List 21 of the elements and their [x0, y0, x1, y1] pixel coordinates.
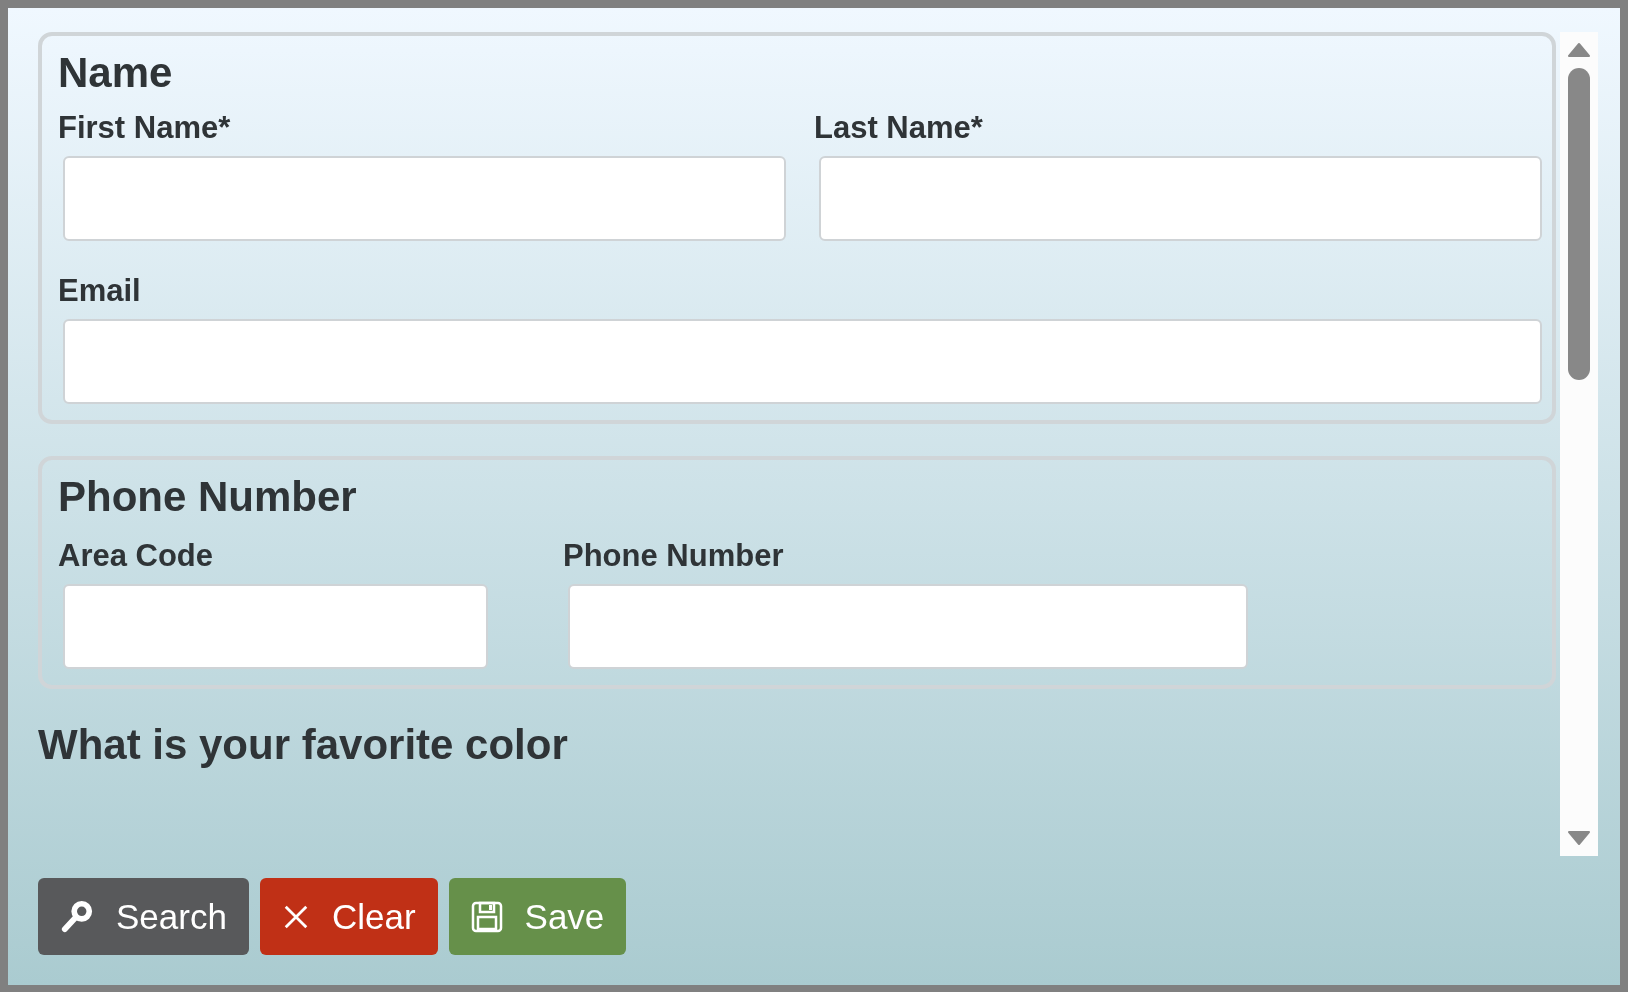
save-button[interactable]: Save — [448, 878, 627, 955]
scroll-up-icon[interactable] — [1567, 42, 1591, 58]
scroll-down-icon[interactable] — [1567, 830, 1591, 846]
input-field[interactable] — [819, 156, 1542, 241]
field-label: Phone Number — [563, 538, 785, 574]
field-label: Area Code — [58, 538, 215, 574]
field-label: Email — [58, 273, 142, 309]
question-heading: What is your favorite color — [38, 720, 569, 770]
input-field[interactable] — [63, 156, 786, 241]
input-field[interactable] — [63, 584, 488, 669]
key-icon — [60, 899, 94, 934]
scrollbar[interactable] — [1560, 32, 1598, 856]
clear-button[interactable]: Clear — [259, 878, 438, 955]
section-title: Name — [58, 48, 174, 98]
search-button[interactable]: Search — [38, 878, 249, 955]
scroll-thumb[interactable] — [1568, 68, 1590, 380]
field-label: Last Name* — [814, 110, 984, 146]
field-label: First Name* — [58, 110, 232, 146]
input-field[interactable] — [63, 319, 1542, 404]
input-field[interactable] — [568, 584, 1248, 669]
section-title: Phone Number — [58, 472, 358, 522]
